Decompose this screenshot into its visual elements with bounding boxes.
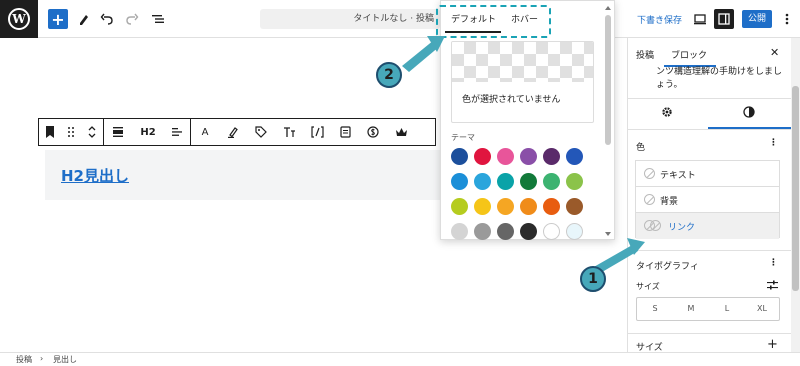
- callout-one: 1: [580, 266, 606, 292]
- breadcrumb: 投稿 › 見出し: [0, 352, 800, 366]
- breadcrumb-root[interactable]: 投稿: [16, 354, 32, 365]
- callout-arrows: [402, 36, 645, 275]
- callout-two: 2: [376, 62, 402, 88]
- breadcrumb-separator: ›: [40, 354, 44, 363]
- breadcrumb-current[interactable]: 見出し: [53, 354, 77, 365]
